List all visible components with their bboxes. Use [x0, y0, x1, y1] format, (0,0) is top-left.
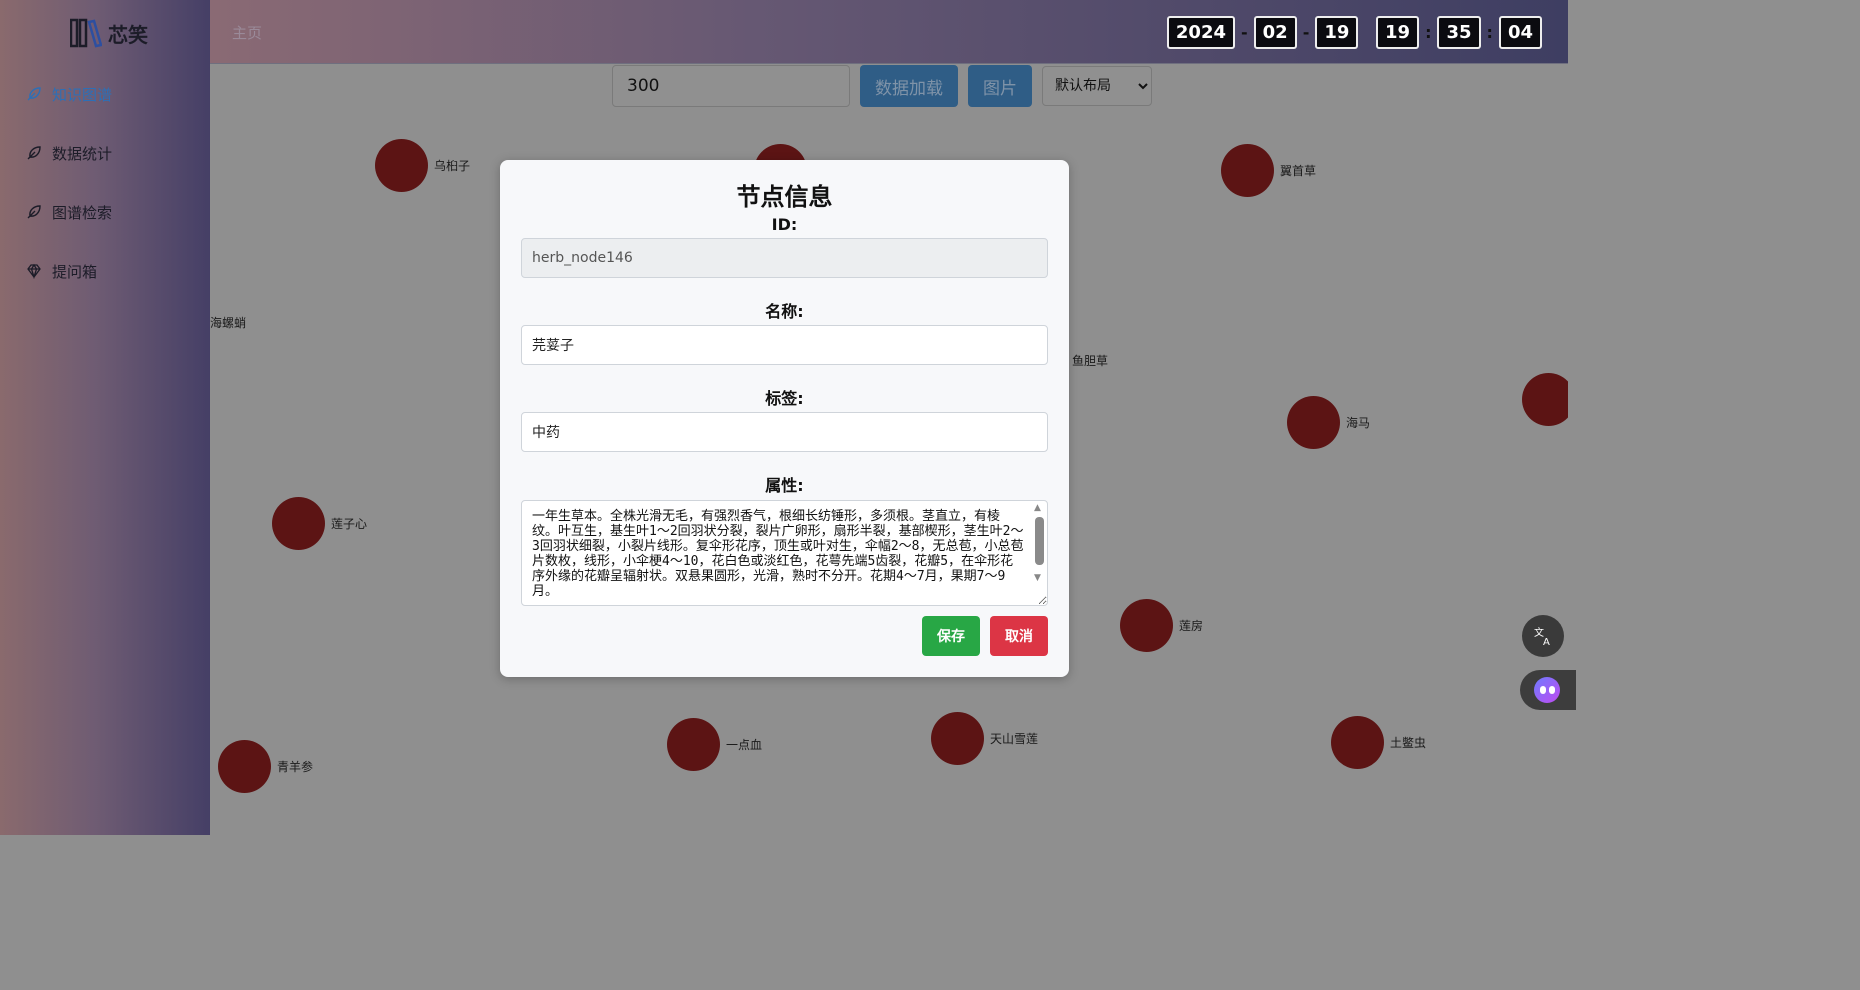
- properties-textarea[interactable]: 一年生草本。全株光滑无毛，有强烈香气，根细长纺锤形，多须根。茎直立，有棱纹。叶互…: [521, 500, 1048, 606]
- node-label: 翼首草: [1280, 164, 1317, 178]
- feather-icon: [27, 87, 41, 101]
- layout-select[interactable]: 默认布局: [1042, 66, 1152, 106]
- sidebar-item-knowledge-graph[interactable]: 知识图谱: [26, 82, 112, 106]
- clock-hour: 19: [1376, 16, 1420, 49]
- properties-label: 属性:: [765, 476, 804, 495]
- graph-node[interactable]: 一点血: [667, 718, 762, 771]
- graph-node[interactable]: 青羊参: [218, 740, 313, 793]
- translate-widget[interactable]: 文 A: [1522, 615, 1564, 657]
- name-field[interactable]: [521, 325, 1048, 365]
- modal-actions: 保存 取消: [922, 616, 1048, 656]
- graph-node[interactable]: 乌桕子: [375, 139, 470, 192]
- properties-wrapper: 一年生草本。全株光滑无毛，有强烈香气，根细长纺锤形，多须根。茎直立，有棱纹。叶互…: [521, 497, 1048, 610]
- brand[interactable]: 芯笑: [70, 17, 148, 49]
- modal-title: 节点信息: [736, 183, 833, 211]
- node-circle[interactable]: [1120, 599, 1173, 652]
- books-logo-icon: [70, 18, 102, 48]
- node-circle[interactable]: [931, 712, 984, 765]
- scrollbar-thumb[interactable]: [1035, 517, 1044, 565]
- node-limit-input[interactable]: [612, 65, 850, 107]
- clock-minute: 35: [1437, 16, 1481, 49]
- node-label: 海螺蛸: [210, 316, 247, 330]
- clock-month: 02: [1253, 16, 1297, 49]
- translate-icon: 文 A: [1534, 626, 1550, 647]
- sidebar-item-graph-search[interactable]: 图谱检索: [26, 200, 112, 224]
- graph-node[interactable]: 海螺蛸: [210, 314, 246, 331]
- load-data-button[interactable]: 数据加载: [860, 65, 958, 107]
- sidebar-item-question-box[interactable]: 提问箱: [26, 259, 97, 283]
- node-circle[interactable]: [218, 740, 271, 793]
- properties-scrollbar[interactable]: ▲ ▼: [1033, 503, 1045, 599]
- graph-node[interactable]: 土鳖虫: [1331, 716, 1426, 769]
- clock-year: 2024: [1166, 16, 1236, 49]
- sidebar-item-label: 图谱检索: [52, 203, 113, 222]
- graph-node[interactable]: 鱼胆草: [1072, 352, 1108, 369]
- clock-day: 19: [1315, 16, 1359, 49]
- id-field[interactable]: [521, 238, 1048, 278]
- node-circle[interactable]: [1522, 373, 1568, 426]
- node-circle[interactable]: [272, 497, 325, 550]
- clock-second: 04: [1498, 16, 1542, 49]
- node-label: 莲子心: [331, 517, 368, 531]
- sidebar-item-label: 知识图谱: [52, 85, 113, 104]
- bot-face-icon: [1534, 677, 1560, 703]
- save-button[interactable]: 保存: [922, 616, 980, 656]
- node-label: 乌桕子: [434, 159, 471, 173]
- scroll-up-icon[interactable]: ▲: [1034, 503, 1041, 513]
- node-label: 青羊参: [277, 760, 314, 774]
- svg-text:A: A: [1543, 637, 1550, 647]
- tag-label: 标签:: [765, 389, 804, 408]
- tag-field[interactable]: [521, 412, 1048, 452]
- sidebar: 芯笑 知识图谱 数据统计 图谱检索 提问箱: [0, 0, 210, 835]
- graph-node[interactable]: 翼首草: [1221, 144, 1316, 197]
- cancel-button[interactable]: 取消: [990, 616, 1048, 656]
- feather-icon: [27, 205, 41, 219]
- clock: 2024 - 02 - 19 19 : 35 : 04: [1166, 16, 1542, 49]
- node-label: 一点血: [726, 738, 763, 752]
- graph-node[interactable]: 莲房: [1120, 599, 1203, 652]
- node-label: 土鳖虫: [1390, 736, 1427, 750]
- node-label: 海马: [1346, 416, 1371, 430]
- node-circle[interactable]: [1221, 144, 1274, 197]
- assistant-bot-widget[interactable]: [1520, 670, 1576, 710]
- sidebar-item-label: 数据统计: [52, 144, 113, 163]
- node-circle[interactable]: [1287, 396, 1340, 449]
- graph-node[interactable]: 海马: [1287, 396, 1370, 449]
- scroll-down-icon[interactable]: ▼: [1034, 573, 1041, 583]
- image-button[interactable]: 图片: [968, 65, 1032, 107]
- graph-node[interactable]: 莲子心: [272, 497, 367, 550]
- top-header: 主页 2024 - 02 - 19 19 : 35 : 04: [210, 0, 1568, 64]
- sidebar-item-statistics[interactable]: 数据统计: [26, 141, 112, 165]
- breadcrumb[interactable]: 主页: [232, 22, 262, 43]
- node-label: 天山雪莲: [990, 732, 1039, 746]
- sidebar-item-label: 提问箱: [52, 262, 98, 281]
- node-circle[interactable]: [667, 718, 720, 771]
- node-label: 鱼胆草: [1072, 354, 1109, 368]
- graph-toolbar: 数据加载 图片 默认布局: [612, 65, 1152, 107]
- id-label: ID:: [771, 215, 798, 234]
- graph-node[interactable]: [1522, 373, 1568, 426]
- node-info-modal: 节点信息 ID: 名称: 标签: 属性: 一年生草本。全株光滑无毛，有强烈香气，…: [500, 160, 1069, 677]
- node-label: 莲房: [1179, 619, 1204, 633]
- graph-node[interactable]: 天山雪莲: [931, 712, 1038, 765]
- name-label: 名称:: [765, 302, 804, 321]
- brand-name: 芯笑: [108, 22, 148, 47]
- node-circle[interactable]: [1331, 716, 1384, 769]
- diamond-icon: [27, 263, 41, 279]
- feather-icon: [27, 146, 41, 160]
- node-circle[interactable]: [375, 139, 428, 192]
